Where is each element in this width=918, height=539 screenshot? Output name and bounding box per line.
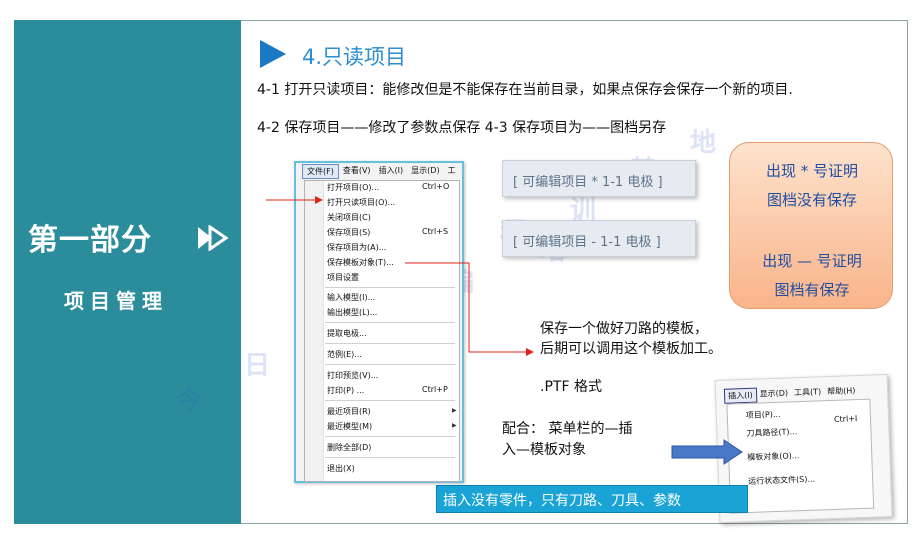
red-arrow-template bbox=[405, 262, 534, 356]
blue-block-arrow-icon bbox=[671, 439, 743, 465]
annotation-arrows bbox=[266, 196, 743, 465]
